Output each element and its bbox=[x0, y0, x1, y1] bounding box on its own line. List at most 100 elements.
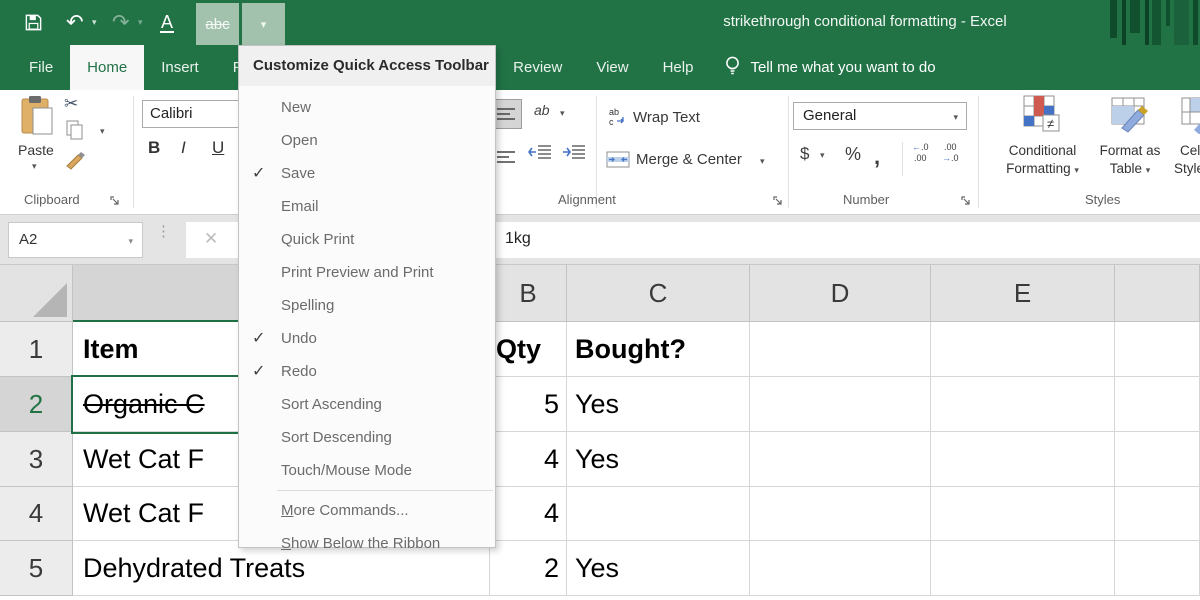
merge-center-label[interactable]: Merge & Center bbox=[636, 151, 742, 168]
cell-b2[interactable]: 5 bbox=[490, 377, 567, 432]
decrease-indent-icon[interactable] bbox=[528, 144, 552, 165]
underline-qat-icon[interactable]: A bbox=[160, 0, 174, 45]
cell-f3[interactable] bbox=[1115, 432, 1200, 487]
menu-item-undo[interactable]: ✓Undo bbox=[239, 322, 495, 355]
menu-item-redo[interactable]: ✓Redo bbox=[239, 355, 495, 388]
column-header-b[interactable]: B bbox=[490, 265, 567, 322]
underline-button[interactable]: U bbox=[212, 138, 224, 158]
cut-icon[interactable]: ✂ bbox=[64, 94, 78, 114]
menu-item-more-commands[interactable]: More Commands... bbox=[239, 494, 495, 527]
cell-e4[interactable] bbox=[931, 487, 1115, 541]
menu-item-sort-descending[interactable]: Sort Descending bbox=[239, 421, 495, 454]
conditional-formatting-button[interactable]: Conditional Formatting ▾ bbox=[995, 142, 1090, 179]
cell-c1[interactable]: Bought? bbox=[567, 322, 750, 377]
cell-c2[interactable]: Yes bbox=[567, 377, 750, 432]
italic-button[interactable]: I bbox=[181, 138, 186, 158]
row-header-2[interactable]: 2 bbox=[0, 377, 73, 432]
row-header-3[interactable]: 3 bbox=[0, 432, 73, 487]
cell-b4[interactable]: 4 bbox=[490, 487, 567, 541]
increase-indent-icon[interactable] bbox=[562, 144, 586, 165]
cell-e5[interactable] bbox=[931, 541, 1115, 596]
copy-icon[interactable] bbox=[66, 120, 84, 145]
cell-b1[interactable]: Qty bbox=[490, 322, 567, 377]
wrap-text-icon[interactable]: abc bbox=[608, 107, 628, 132]
menu-item-email[interactable]: Email bbox=[239, 190, 495, 223]
decrease-decimal-button[interactable]: .00 →.0 bbox=[942, 142, 959, 164]
cell-f1[interactable] bbox=[1115, 322, 1200, 377]
name-box[interactable]: A2 ▾ bbox=[8, 222, 143, 258]
formula-bar-handle[interactable]: ⋮ bbox=[156, 227, 171, 236]
cancel-icon[interactable]: ✕ bbox=[204, 229, 218, 249]
cell-d5[interactable] bbox=[750, 541, 931, 596]
cell-c3[interactable]: Yes bbox=[567, 432, 750, 487]
menu-item-spelling[interactable]: Spelling bbox=[239, 289, 495, 322]
currency-chevron-icon[interactable]: ▾ bbox=[820, 150, 825, 161]
cell-e2[interactable] bbox=[931, 377, 1115, 432]
cell-c5[interactable]: Yes bbox=[567, 541, 750, 596]
currency-button[interactable]: $ bbox=[800, 144, 809, 164]
row-header-5[interactable]: 5 bbox=[0, 541, 73, 596]
tab-help[interactable]: Help bbox=[646, 45, 711, 90]
increase-decimal-button[interactable]: ←←.0.0 .00 bbox=[912, 142, 929, 164]
percent-button[interactable]: % bbox=[845, 144, 861, 165]
menu-item-touch-mouse-mode[interactable]: Touch/Mouse Mode bbox=[239, 454, 495, 487]
menu-item-print-preview[interactable]: Print Preview and Print bbox=[239, 256, 495, 289]
menu-item-new[interactable]: New bbox=[239, 91, 495, 124]
cell-b3[interactable]: 4 bbox=[490, 432, 567, 487]
cell-f5[interactable] bbox=[1115, 541, 1200, 596]
paste-label[interactable]: Paste bbox=[18, 142, 54, 158]
copy-chevron-icon[interactable]: ▾ bbox=[100, 126, 105, 137]
column-header-f[interactable]: F bbox=[1115, 265, 1200, 322]
cell-d2[interactable] bbox=[750, 377, 931, 432]
cell-d1[interactable] bbox=[750, 322, 931, 377]
tell-me-search[interactable]: Tell me what you want to do bbox=[710, 45, 935, 90]
cell-styles-button[interactable]: Cell Styles bbox=[1174, 142, 1200, 178]
tab-file[interactable]: File bbox=[12, 45, 70, 90]
number-dialog-launcher-icon[interactable] bbox=[961, 194, 972, 205]
bold-button[interactable]: B bbox=[148, 138, 160, 158]
redo-icon[interactable]: ↷ bbox=[112, 0, 130, 45]
menu-item-show-below-ribbon[interactable]: Show Below the Ribbon bbox=[239, 527, 495, 560]
menu-item-quick-print[interactable]: Quick Print bbox=[239, 223, 495, 256]
column-header-e[interactable]: E bbox=[931, 265, 1115, 322]
tab-home[interactable]: Home bbox=[70, 45, 144, 90]
menu-item-sort-ascending[interactable]: Sort Ascending bbox=[239, 388, 495, 421]
menu-item-open[interactable]: Open bbox=[239, 124, 495, 157]
cell-f2[interactable] bbox=[1115, 377, 1200, 432]
tab-insert[interactable]: Insert bbox=[144, 45, 216, 90]
column-header-d[interactable]: D bbox=[750, 265, 931, 322]
tab-review[interactable]: Review bbox=[496, 45, 579, 90]
strikethrough-button[interactable]: abc bbox=[196, 3, 239, 45]
cell-e3[interactable] bbox=[931, 432, 1115, 487]
cell-d4[interactable] bbox=[750, 487, 931, 541]
redo-chevron-icon[interactable]: ▾ bbox=[138, 0, 143, 45]
orientation-icon[interactable]: ab bbox=[534, 102, 550, 118]
select-all-corner[interactable] bbox=[0, 265, 73, 322]
orientation-chevron-icon[interactable]: ▾ bbox=[560, 108, 565, 119]
save-icon[interactable] bbox=[24, 0, 43, 45]
format-painter-icon[interactable] bbox=[64, 150, 86, 177]
format-as-table-button[interactable]: Format as Table ▾ bbox=[1090, 142, 1170, 179]
undo-chevron-icon[interactable]: ▾ bbox=[92, 0, 97, 45]
cell-e1[interactable] bbox=[931, 322, 1115, 377]
undo-icon[interactable]: ↶ bbox=[66, 0, 84, 45]
cell-c4[interactable] bbox=[567, 487, 750, 541]
merge-center-icon[interactable] bbox=[606, 151, 630, 173]
cell-d3[interactable] bbox=[750, 432, 931, 487]
paste-chevron-icon[interactable]: ▾ bbox=[32, 161, 37, 172]
row-header-1[interactable]: 1 bbox=[0, 322, 73, 377]
number-format-select[interactable]: General ▾ bbox=[793, 102, 967, 130]
font-name-input[interactable]: Calibri bbox=[142, 100, 252, 128]
column-header-c[interactable]: C bbox=[567, 265, 750, 322]
customize-qat-arrow-button[interactable]: ▾ bbox=[242, 3, 285, 45]
alignment-dialog-launcher-icon[interactable] bbox=[773, 194, 784, 205]
cell-b5[interactable]: 2 bbox=[490, 541, 567, 596]
paste-icon[interactable] bbox=[18, 95, 56, 144]
menu-item-save[interactable]: ✓Save bbox=[239, 157, 495, 190]
comma-button[interactable]: , bbox=[874, 144, 880, 170]
tab-view[interactable]: View bbox=[579, 45, 645, 90]
merge-center-chevron-icon[interactable]: ▾ bbox=[760, 156, 765, 167]
row-header-4[interactable]: 4 bbox=[0, 487, 73, 541]
clipboard-dialog-launcher-icon[interactable] bbox=[110, 194, 121, 205]
wrap-text-label[interactable]: Wrap Text bbox=[633, 109, 700, 126]
